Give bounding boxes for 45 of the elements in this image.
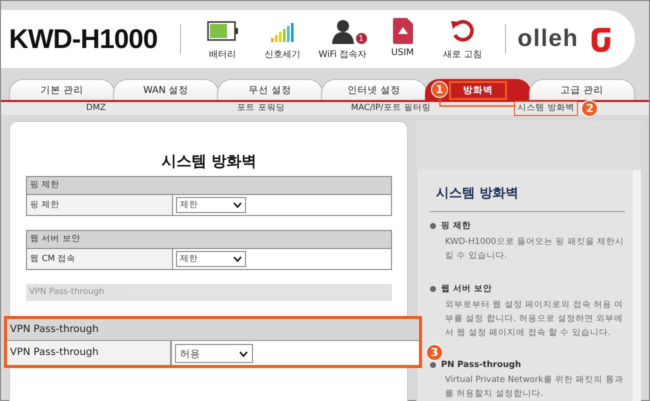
dropdown[interactable]: 허용 <box>175 344 253 363</box>
tab[interactable]: 무선 설정 <box>217 79 323 100</box>
tab[interactable]: 고급 관리 <box>529 79 635 100</box>
status-label: USIM <box>391 48 414 58</box>
bullet-icon <box>430 286 436 292</box>
section-header: VPN Pass-through <box>7 319 419 340</box>
row-label: 웹 CM 접속 <box>27 249 173 269</box>
dropdown[interactable]: 제한 <box>176 197 246 213</box>
sub-tab[interactable]: 포트 포워딩 <box>237 102 285 115</box>
sub-tab[interactable]: 시스템 방화벽 <box>514 102 578 115</box>
status-label: WiFi 접속자 <box>318 48 367 60</box>
scrollbar[interactable] <box>633 170 641 401</box>
help-heading: PN Pass-through <box>441 360 522 370</box>
refresh-icon[interactable] <box>450 18 476 44</box>
chevron-down-icon <box>233 256 242 262</box>
section-header: 웹 서버 보안 <box>27 231 391 248</box>
sub-tab[interactable]: MAC/IP/포트 필터링 <box>351 102 431 115</box>
tab[interactable]: 기본 관리 <box>9 79 115 100</box>
bullet-icon <box>430 362 436 368</box>
person-icon[interactable] <box>332 18 354 44</box>
help-heading: 웹 서버 보안 <box>441 283 492 295</box>
tab[interactable]: WAN 설정 <box>113 79 219 100</box>
help-text: KWD-H1000으로 들어오는 핑 패킷을 제한시킬 수 있습니다. <box>444 236 625 263</box>
panel-title: 시스템 방화벽 <box>160 152 258 171</box>
help-text: 외부로부터 웹 설정 페이지로의 접속 허용 여부를 설정 합니다. 허용으로 설정하면 외부에서 웹 설정 페이지에 접속 할 수 있습니다. <box>444 299 624 340</box>
section-header: VPN Pass-through <box>26 284 392 301</box>
row-label: VPN Pass-through <box>7 341 172 365</box>
dropdown[interactable]: 제한 <box>176 251 246 267</box>
chevron-down-icon <box>233 202 242 208</box>
status-label: 신호세기 <box>264 48 301 60</box>
help-text: Virtual Private Network를 위한 패킷의 통과를 허용할지 설정합니다. <box>444 374 624 401</box>
count-badge: 1 <box>354 32 368 44</box>
row-label: 핑 제한 <box>27 195 173 215</box>
help-heading: 핑 제한 <box>441 220 471 232</box>
sim-card-icon[interactable] <box>392 18 413 44</box>
brand-logo-text: olleh <box>518 25 579 53</box>
model-name: KWD-H1000 <box>8 24 159 54</box>
bullet-icon <box>430 223 436 229</box>
help-title: 시스템 방화벽 <box>430 184 625 212</box>
chevron-down-icon <box>239 350 248 356</box>
status-label: 배터리 <box>209 48 236 60</box>
status-label: 새로 고침 <box>443 48 482 60</box>
section-header: 핑 제한 <box>27 177 391 194</box>
sub-tab[interactable]: DMZ <box>86 102 106 115</box>
tab[interactable]: 인터넷 설정 <box>321 79 427 100</box>
